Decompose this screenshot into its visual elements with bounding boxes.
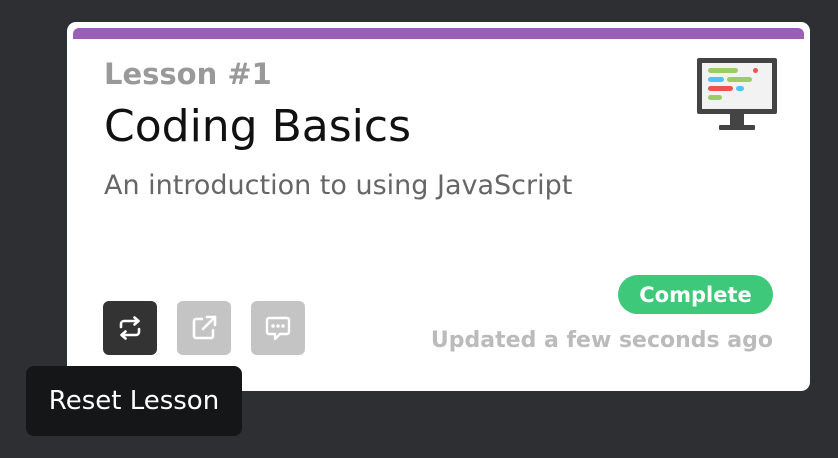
computer-monitor-icon: [695, 56, 779, 132]
reset-lesson-button[interactable]: [103, 301, 157, 355]
comment-icon: [265, 316, 291, 341]
lesson-description: An introduction to using JavaScript: [104, 170, 573, 201]
status-badge: Complete: [618, 275, 773, 314]
external-link-icon: [192, 315, 217, 340]
lesson-card: Lesson #1 Coding Basics An introduction …: [67, 22, 810, 391]
updated-timestamp: Updated a few seconds ago: [430, 328, 773, 353]
lesson-number: Lesson #1: [104, 57, 272, 91]
comment-button[interactable]: [251, 301, 305, 355]
card-accent-bar: [73, 28, 804, 39]
repeat-icon: [119, 316, 141, 340]
lesson-title: Coding Basics: [104, 101, 412, 152]
open-lesson-button[interactable]: [177, 301, 231, 355]
reset-lesson-tooltip: Reset Lesson: [26, 366, 242, 436]
